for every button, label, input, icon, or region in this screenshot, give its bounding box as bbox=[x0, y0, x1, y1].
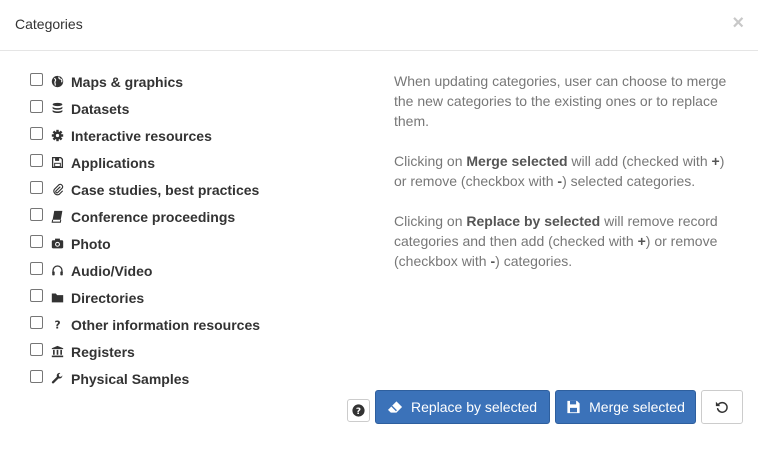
category-checkbox[interactable] bbox=[30, 235, 43, 248]
svg-text:?: ? bbox=[54, 320, 60, 331]
help-button[interactable]: ? bbox=[347, 399, 370, 422]
gear-icon bbox=[50, 129, 64, 143]
merge-selected-button[interactable]: Merge selected bbox=[555, 390, 696, 424]
database-icon bbox=[50, 102, 64, 116]
category-item-directories[interactable]: Directories bbox=[30, 284, 260, 311]
category-item-applications[interactable]: Applications bbox=[30, 149, 260, 176]
category-item-maps[interactable]: Maps & graphics bbox=[30, 68, 260, 95]
category-label: Photo bbox=[71, 235, 111, 252]
category-checkbox[interactable] bbox=[30, 289, 43, 302]
category-label: Directories bbox=[71, 289, 145, 306]
headphones-icon bbox=[50, 264, 64, 278]
category-checkbox[interactable] bbox=[30, 154, 43, 167]
category-item-case-studies[interactable]: Case studies, best practices bbox=[30, 176, 260, 203]
category-item-audio-video[interactable]: Audio/Video bbox=[30, 257, 260, 284]
category-checkbox[interactable] bbox=[30, 73, 43, 86]
eraser-icon bbox=[387, 401, 403, 413]
category-checkbox[interactable] bbox=[30, 181, 43, 194]
category-label: Physical Samples bbox=[71, 370, 190, 387]
category-item-interactive[interactable]: Interactive resources bbox=[30, 122, 260, 149]
category-checkbox[interactable] bbox=[30, 343, 43, 356]
category-checkbox[interactable] bbox=[30, 262, 43, 275]
category-item-datasets[interactable]: Datasets bbox=[30, 95, 260, 122]
globe-icon bbox=[50, 75, 64, 89]
question-icon: ? bbox=[50, 318, 64, 332]
replace-label: Replace by selected bbox=[410, 399, 538, 415]
dialog-title: Categories bbox=[15, 16, 83, 32]
camera-icon bbox=[50, 237, 64, 251]
category-label: Applications bbox=[71, 154, 156, 171]
category-checkbox[interactable] bbox=[30, 316, 43, 329]
categories-dialog: Categories × Maps & graphics Datasets In… bbox=[0, 0, 758, 459]
help-paragraph-intro: When updating categories, user can choos… bbox=[394, 73, 727, 129]
category-checkbox[interactable] bbox=[30, 127, 43, 140]
help-paragraph-replace: Clicking on Replace by selected will rem… bbox=[394, 213, 718, 269]
reset-button[interactable] bbox=[701, 390, 743, 424]
category-label: Registers bbox=[71, 343, 135, 360]
help-paragraph-merge: Clicking on Merge selected will add (che… bbox=[394, 153, 725, 189]
category-label: Case studies, best practices bbox=[71, 181, 260, 198]
category-list: Maps & graphics Datasets Interactive res… bbox=[30, 68, 260, 392]
paperclip-icon bbox=[50, 183, 64, 197]
floppy-icon bbox=[50, 156, 64, 170]
category-label: Other information resources bbox=[71, 316, 261, 333]
dialog-header: Categories × bbox=[0, 0, 758, 51]
replace-by-selected-button[interactable]: Replace by selected bbox=[375, 390, 550, 424]
question-circle-icon: ? bbox=[352, 404, 365, 417]
category-item-registers[interactable]: Registers bbox=[30, 338, 260, 365]
wrench-icon bbox=[50, 372, 64, 386]
folder-icon bbox=[50, 291, 64, 305]
category-label: Interactive resources bbox=[71, 127, 212, 144]
svg-text:?: ? bbox=[356, 407, 361, 417]
category-item-photo[interactable]: Photo bbox=[30, 230, 260, 257]
merge-label: Merge selected bbox=[589, 399, 685, 415]
category-item-other[interactable]: ? Other information resources bbox=[30, 311, 260, 338]
close-button[interactable]: × bbox=[732, 13, 744, 33]
help-text: When updating categories, user can choos… bbox=[394, 71, 734, 291]
category-label: Audio/Video bbox=[71, 262, 153, 279]
category-item-conference[interactable]: Conference proceedings bbox=[30, 203, 260, 230]
category-checkbox[interactable] bbox=[30, 208, 43, 221]
category-label: Datasets bbox=[71, 100, 130, 117]
category-label: Conference proceedings bbox=[71, 208, 236, 225]
category-item-physical-samples[interactable]: Physical Samples bbox=[30, 365, 260, 392]
book-icon bbox=[50, 210, 64, 224]
category-checkbox[interactable] bbox=[30, 100, 43, 113]
category-label: Maps & graphics bbox=[71, 73, 184, 90]
category-checkbox[interactable] bbox=[30, 370, 43, 383]
undo-icon bbox=[715, 401, 728, 413]
save-icon bbox=[567, 400, 580, 414]
institution-icon bbox=[50, 345, 64, 359]
